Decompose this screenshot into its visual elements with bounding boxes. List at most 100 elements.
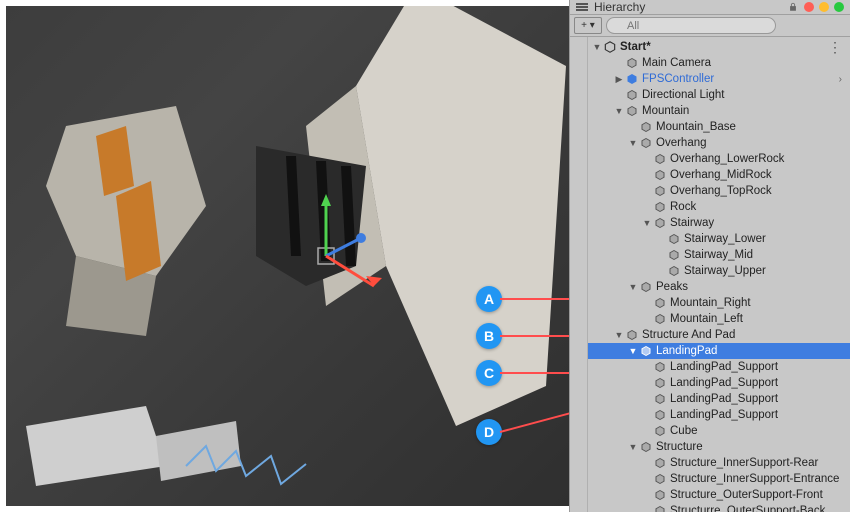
traffic-green[interactable] [834,2,844,12]
node-label: Structure And Pad [642,329,735,341]
gameobject-icon [653,296,667,310]
tree-row[interactable]: Structure_InnerSupport-Entrance [588,471,850,487]
search-input[interactable] [606,17,776,34]
gameobject-icon [667,264,681,278]
create-dropdown[interactable]: + ▾ [574,17,602,34]
tree-row[interactable]: LandingPad_Support [588,391,850,407]
tree-row[interactable]: LandingPad_Support [588,375,850,391]
node-label: Mountain [642,105,689,117]
scene-row[interactable]: ▼ Start* ⋮ [588,39,850,55]
node-label: Stairway_Lower [684,233,766,245]
node-label: Structure [656,441,703,453]
node-label: LandingPad_Support [670,377,778,389]
visibility-column [570,37,588,512]
tree-row[interactable]: Main Camera [588,55,850,71]
tree-row[interactable]: Stairway_Lower [588,231,850,247]
tree-row[interactable]: Mountain_Left [588,311,850,327]
gameobject-icon [639,136,653,150]
tree-row[interactable]: ▼ Mountain [588,103,850,119]
node-label: Overhang_TopRock [670,185,772,197]
node-label: Overhang_LowerRock [670,153,784,165]
node-label: LandingPad_Support [670,409,778,421]
tree-row[interactable]: ▼ Structure [588,439,850,455]
node-label: Mountain_Base [656,121,736,133]
node-label: Overhang [656,137,707,149]
callout-b: B [476,323,502,349]
traffic-yellow[interactable] [819,2,829,12]
node-label: Main Camera [642,57,711,69]
tree-row[interactable]: LandingPad_Support [588,359,850,375]
node-label: LandingPad [656,345,717,357]
unity-scene-icon [603,40,617,54]
panel-header[interactable]: Hierarchy [570,0,850,15]
node-label: Peaks [656,281,688,293]
node-label: LandingPad_Support [670,361,778,373]
node-label: Structurre_OuterSupport-Back [670,505,825,512]
gameobject-icon [653,376,667,390]
traffic-lights [804,2,844,12]
lock-icon[interactable] [788,2,798,12]
tree-row[interactable]: Overhang_LowerRock [588,151,850,167]
tree-row[interactable]: Overhang_TopRock [588,183,850,199]
foldout-icon[interactable]: ▼ [642,218,652,228]
gameobject-icon [625,88,639,102]
tree-row[interactable]: ▼ Overhang [588,135,850,151]
gameobject-icon [653,168,667,182]
tree-row-selected[interactable]: ▼ LandingPad [588,343,850,359]
tree-row[interactable]: Directional Light [588,87,850,103]
gameobject-icon [653,392,667,406]
tree-row[interactable]: Stairway_Upper [588,263,850,279]
prefab-icon [625,72,639,86]
gameobject-icon [667,232,681,246]
foldout-icon[interactable]: ▼ [628,346,638,356]
node-label: Structure_InnerSupport-Rear [670,457,818,469]
tree-row[interactable]: Structure_OuterSupport-Front [588,487,850,503]
chevron-right-icon[interactable]: › [839,74,842,85]
hierarchy-tree[interactable]: ▼ Start* ⋮ Main Camera ▶ FPSController ›… [588,37,850,512]
gameobject-icon [653,360,667,374]
foldout-icon[interactable]: ▶ [614,74,624,85]
tree-row[interactable]: Structure_InnerSupport-Rear [588,455,850,471]
tree-row-prefab[interactable]: ▶ FPSController › [588,71,850,87]
tree-row[interactable]: ▼ Structure And Pad [588,327,850,343]
gameobject-icon [653,424,667,438]
gameobject-icon [653,200,667,214]
foldout-icon[interactable]: ▼ [628,282,638,292]
tree-row[interactable]: Rock [588,199,850,215]
gameobject-icon [653,184,667,198]
tree-row[interactable]: Overhang_MidRock [588,167,850,183]
gameobject-icon [653,504,667,512]
node-label: Overhang_MidRock [670,169,772,181]
callout-d: D [476,419,502,445]
node-label: Stairway_Mid [684,249,753,261]
node-label: Stairway_Upper [684,265,766,277]
foldout-icon[interactable]: ▼ [614,330,624,340]
traffic-red[interactable] [804,2,814,12]
search-icon [606,17,846,34]
callout-c: C [476,360,502,386]
tree-row[interactable]: Structurre_OuterSupport-Back [588,503,850,512]
foldout-icon[interactable]: ▼ [628,442,638,452]
hierarchy-toolbar: + ▾ [570,15,850,37]
panel-title: Hierarchy [594,0,645,14]
tree-row[interactable]: ▼Stairway [588,215,850,231]
scene-view[interactable]: A B C D [6,6,569,506]
gameobject-icon [625,56,639,70]
foldout-icon[interactable]: ▼ [592,42,602,52]
tree-row[interactable]: LandingPad_Support [588,407,850,423]
node-label: FPSController [642,73,714,85]
tree-row[interactable]: Stairway_Mid [588,247,850,263]
node-label: Structure_OuterSupport-Front [670,489,823,501]
node-label: Start* [620,41,651,53]
tree-row[interactable]: Mountain_Base [588,119,850,135]
foldout-icon[interactable]: ▼ [628,138,638,148]
tree-row[interactable]: ▼ Peaks [588,279,850,295]
tree-row[interactable]: Cube [588,423,850,439]
node-label: Mountain_Left [670,313,743,325]
gameobject-icon [667,248,681,262]
tree-row[interactable]: Mountain_Right [588,295,850,311]
scene-menu-icon[interactable]: ⋮ [828,39,842,56]
gameobject-icon [653,408,667,422]
node-label: Rock [670,201,696,213]
foldout-icon[interactable]: ▼ [614,106,624,116]
